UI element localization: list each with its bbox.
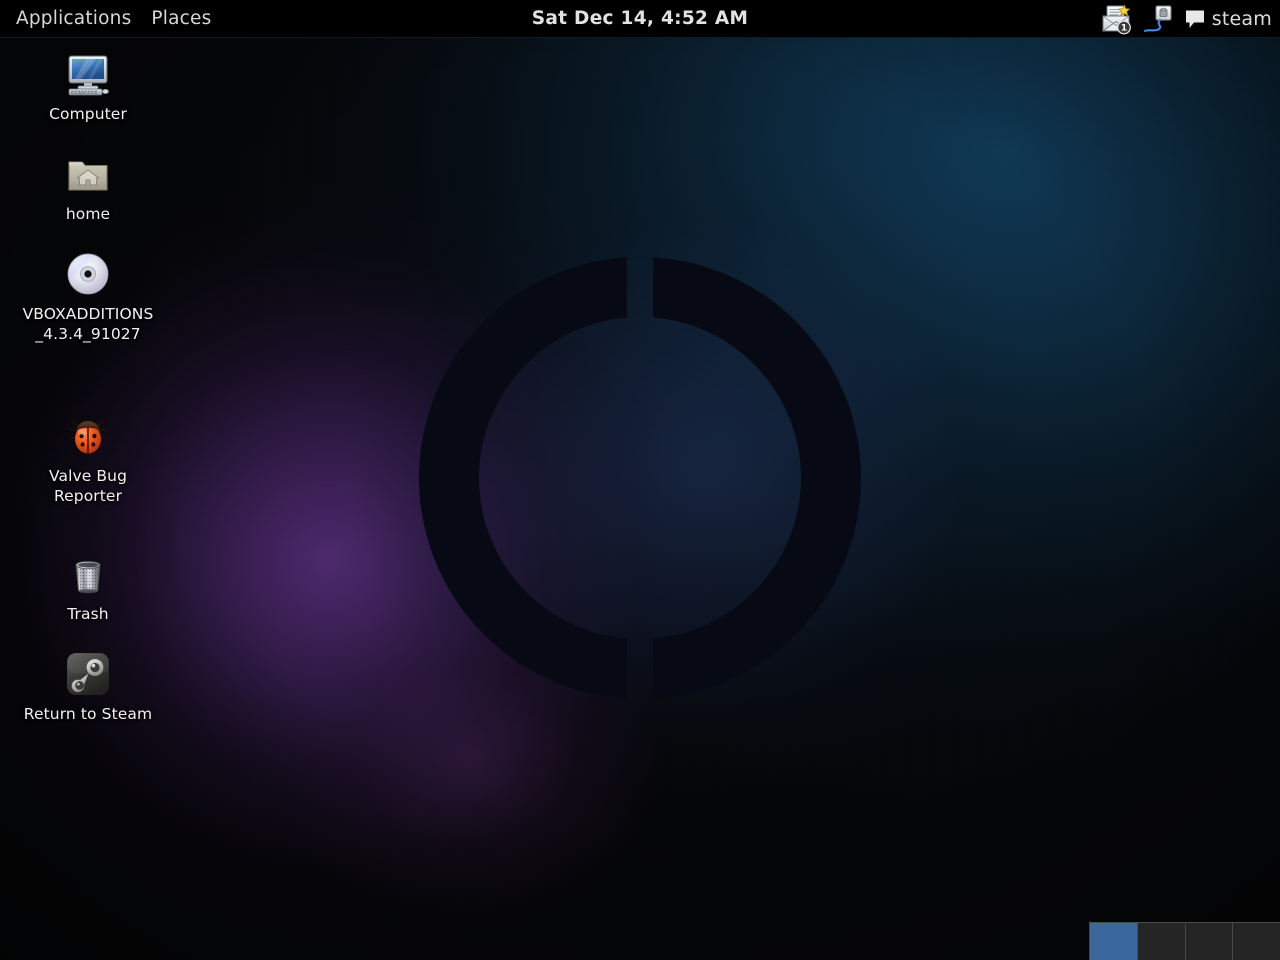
workspace-cell-1[interactable] [1090,923,1138,960]
steamos-ring-logo [418,256,862,700]
menu-applications[interactable]: Applications [7,2,140,36]
system-tray: 1 [1100,0,1272,38]
desktop-icon-label: Return to Steam [24,704,152,724]
steam-tray-item[interactable]: steam [1184,8,1272,30]
desktop-icon-vboxadditions[interactable]: VBOXADDITIONS_4.3.4_91027 [22,250,154,345]
trash-icon [64,550,112,598]
desktop-background[interactable]: Computer home [0,0,1280,960]
workspace-cell-4[interactable] [1233,923,1280,960]
cd-disc-icon [64,250,112,298]
wired-network-icon[interactable] [1142,3,1174,35]
desktop-icon-home[interactable]: home [22,150,154,224]
mail-notification-icon[interactable]: 1 [1100,3,1132,35]
desktop-icon-valve-bug-reporter[interactable]: Valve Bug Reporter [22,412,154,507]
desktop-icon-return-to-steam[interactable]: Return to Steam [22,650,154,724]
menu-places[interactable]: Places [142,2,220,36]
workspace-cell-2[interactable] [1138,923,1186,960]
top-panel: Applications Places Sat Dec 14, 4:52 AM [0,0,1280,38]
chat-bubble-icon [1184,8,1206,30]
workspace-switcher[interactable] [1089,922,1280,960]
desktop-icon-label: VBOXADDITIONS_4.3.4_91027 [22,304,154,345]
desktop-icon-label: Trash [67,604,108,624]
desktop-icon-computer[interactable]: Computer [22,50,154,124]
ladybug-icon [64,412,112,460]
desktop-icon-label: home [66,204,110,224]
workspace-cell-3[interactable] [1186,923,1234,960]
desktop-icon-trash[interactable]: Trash [22,550,154,624]
steam-tray-label: steam [1212,8,1272,30]
notification-badge-count: 1 [1121,24,1127,34]
steam-logo-icon [64,650,112,698]
desktop-icon-label: Computer [49,104,127,124]
computer-icon [64,50,112,98]
home-folder-icon [64,150,112,198]
desktop-icon-label: Valve Bug Reporter [22,466,154,507]
panel-menu-group: Applications Places [0,2,221,36]
